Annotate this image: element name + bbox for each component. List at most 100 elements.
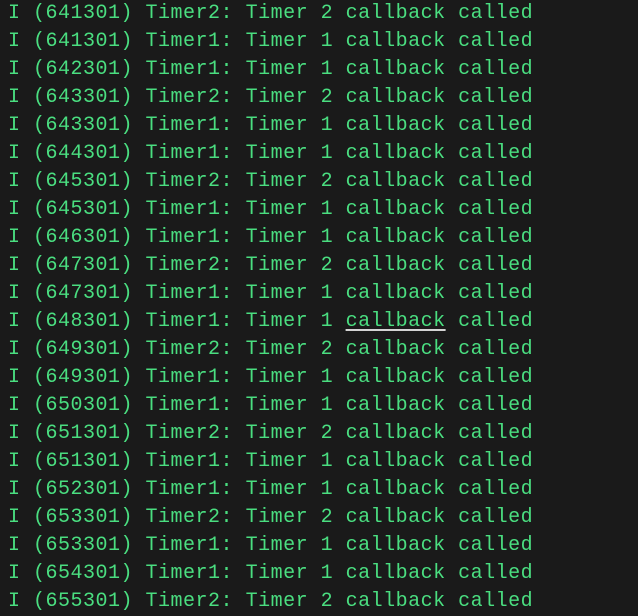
log-tag: Timer1: bbox=[133, 280, 233, 308]
log-line: I (641301) Timer2: Timer 2 callback call… bbox=[8, 0, 630, 28]
log-timestamp: (651301) bbox=[21, 420, 134, 448]
log-level: I bbox=[8, 336, 21, 364]
log-timestamp: (643301) bbox=[21, 84, 134, 112]
log-tag: Timer1: bbox=[133, 364, 233, 392]
log-timestamp: (641301) bbox=[21, 0, 134, 28]
log-message: Timer 2 callback called bbox=[233, 504, 533, 532]
log-tag: Timer1: bbox=[133, 532, 233, 560]
log-tag: Timer1: bbox=[133, 56, 233, 84]
log-timestamp: (644301) bbox=[21, 140, 134, 168]
log-line: I (654301) Timer1: Timer 1 callback call… bbox=[8, 560, 630, 588]
log-level: I bbox=[8, 196, 21, 224]
terminal-output[interactable]: I (641301) Timer2: Timer 2 callback call… bbox=[0, 0, 638, 616]
log-line: I (646301) Timer1: Timer 1 callback call… bbox=[8, 224, 630, 252]
log-timestamp: (652301) bbox=[21, 476, 134, 504]
log-timestamp: (653301) bbox=[21, 504, 134, 532]
log-line: I (653301) Timer2: Timer 2 callback call… bbox=[8, 504, 630, 532]
log-tag: Timer1: bbox=[133, 308, 233, 336]
log-timestamp: (649301) bbox=[21, 364, 134, 392]
log-line: I (647301) Timer1: Timer 1 callback call… bbox=[8, 280, 630, 308]
log-timestamp: (646301) bbox=[21, 224, 134, 252]
log-level: I bbox=[8, 168, 21, 196]
log-level: I bbox=[8, 420, 21, 448]
log-timestamp: (645301) bbox=[21, 168, 134, 196]
log-message: Timer 1 callback called bbox=[233, 280, 533, 308]
log-line: I (643301) Timer2: Timer 2 callback call… bbox=[8, 84, 630, 112]
log-tag: Timer1: bbox=[133, 448, 233, 476]
log-message: Timer 1 callback called bbox=[233, 140, 533, 168]
log-message: Timer 1 callback called bbox=[233, 28, 533, 56]
log-message: Timer 2 callback called bbox=[233, 336, 533, 364]
log-tag: Timer1: bbox=[133, 28, 233, 56]
log-timestamp: (648301) bbox=[21, 308, 134, 336]
log-timestamp: (641301) bbox=[21, 28, 134, 56]
log-level: I bbox=[8, 224, 21, 252]
log-level: I bbox=[8, 140, 21, 168]
log-line: I (645301) Timer2: Timer 2 callback call… bbox=[8, 168, 630, 196]
log-message: Timer 1 callback called bbox=[233, 308, 533, 336]
log-tag: Timer2: bbox=[133, 336, 233, 364]
log-line: I (647301) Timer2: Timer 2 callback call… bbox=[8, 252, 630, 280]
log-level: I bbox=[8, 476, 21, 504]
log-timestamp: (653301) bbox=[21, 532, 134, 560]
log-level: I bbox=[8, 364, 21, 392]
log-level: I bbox=[8, 84, 21, 112]
log-timestamp: (654301) bbox=[21, 560, 134, 588]
log-level: I bbox=[8, 308, 21, 336]
log-line: I (648301) Timer1: Timer 1 callback call… bbox=[8, 308, 630, 336]
log-tag: Timer2: bbox=[133, 504, 233, 532]
log-level: I bbox=[8, 504, 21, 532]
log-timestamp: (642301) bbox=[21, 56, 134, 84]
log-level: I bbox=[8, 252, 21, 280]
log-line: I (645301) Timer1: Timer 1 callback call… bbox=[8, 196, 630, 224]
log-message: Timer 1 callback called bbox=[233, 448, 533, 476]
log-tag: Timer1: bbox=[133, 112, 233, 140]
log-message: Timer 1 callback called bbox=[233, 476, 533, 504]
log-level: I bbox=[8, 0, 21, 28]
log-message: Timer 1 callback called bbox=[233, 560, 533, 588]
log-tag: Timer1: bbox=[133, 196, 233, 224]
log-timestamp: (649301) bbox=[21, 336, 134, 364]
log-line: I (641301) Timer1: Timer 1 callback call… bbox=[8, 28, 630, 56]
log-tag: Timer2: bbox=[133, 0, 233, 28]
log-message: Timer 2 callback called bbox=[233, 168, 533, 196]
log-message: Timer 2 callback called bbox=[233, 252, 533, 280]
log-level: I bbox=[8, 392, 21, 420]
log-line: I (650301) Timer1: Timer 1 callback call… bbox=[8, 392, 630, 420]
log-message: Timer 1 callback called bbox=[233, 364, 533, 392]
log-message: Timer 2 callback called bbox=[233, 84, 533, 112]
log-tag: Timer1: bbox=[133, 560, 233, 588]
log-line: I (651301) Timer1: Timer 1 callback call… bbox=[8, 448, 630, 476]
log-tag: Timer1: bbox=[133, 224, 233, 252]
log-level: I bbox=[8, 280, 21, 308]
log-level: I bbox=[8, 28, 21, 56]
log-timestamp: (651301) bbox=[21, 448, 134, 476]
log-level: I bbox=[8, 112, 21, 140]
log-level: I bbox=[8, 448, 21, 476]
log-level: I bbox=[8, 56, 21, 84]
log-line: I (653301) Timer1: Timer 1 callback call… bbox=[8, 532, 630, 560]
log-message: Timer 1 callback called bbox=[233, 56, 533, 84]
log-tag: Timer1: bbox=[133, 476, 233, 504]
log-line: I (649301) Timer2: Timer 2 callback call… bbox=[8, 336, 630, 364]
log-line: I (649301) Timer1: Timer 1 callback call… bbox=[8, 364, 630, 392]
log-tag: Timer2: bbox=[133, 84, 233, 112]
log-message: Timer 2 callback called bbox=[233, 420, 533, 448]
log-timestamp: (643301) bbox=[21, 112, 134, 140]
log-message: Timer 1 callback called bbox=[233, 196, 533, 224]
underlined-word: callback bbox=[346, 310, 446, 333]
log-tag: Timer1: bbox=[133, 392, 233, 420]
log-tag: Timer2: bbox=[133, 420, 233, 448]
log-line: I (643301) Timer1: Timer 1 callback call… bbox=[8, 112, 630, 140]
log-timestamp: (645301) bbox=[21, 196, 134, 224]
log-message: Timer 1 callback called bbox=[233, 532, 533, 560]
log-level: I bbox=[8, 532, 21, 560]
log-line: I (652301) Timer1: Timer 1 callback call… bbox=[8, 476, 630, 504]
log-tag: Timer2: bbox=[133, 252, 233, 280]
log-tag: Timer1: bbox=[133, 140, 233, 168]
log-timestamp: (647301) bbox=[21, 252, 134, 280]
log-line: I (642301) Timer1: Timer 1 callback call… bbox=[8, 56, 630, 84]
log-tag: Timer2: bbox=[133, 168, 233, 196]
log-line: I (644301) Timer1: Timer 1 callback call… bbox=[8, 140, 630, 168]
log-level: I bbox=[8, 560, 21, 588]
